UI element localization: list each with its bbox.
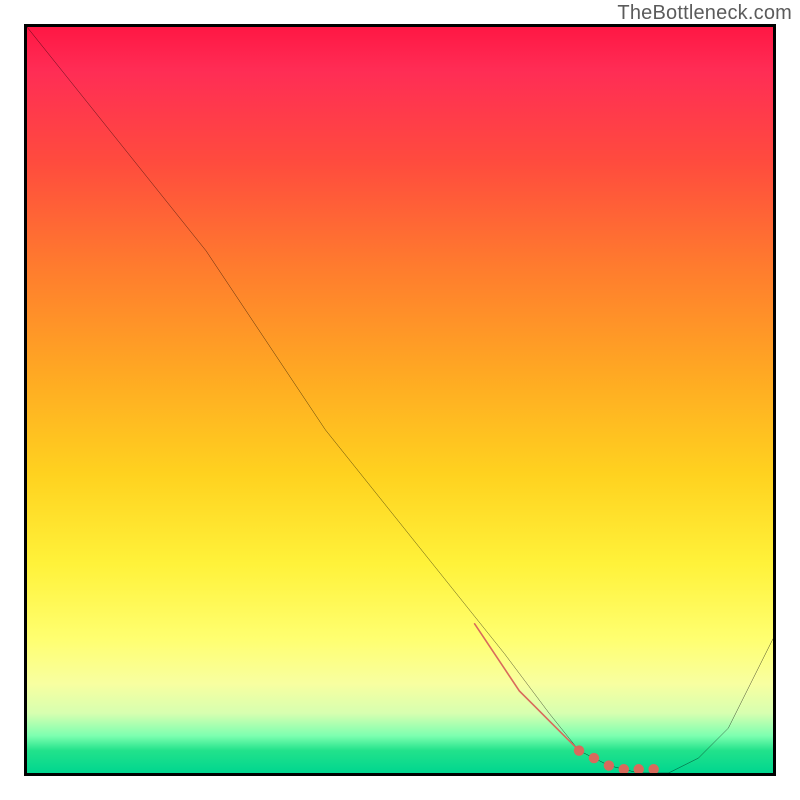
highlight-dot [604, 760, 614, 770]
highlight-segment-thick [475, 624, 579, 751]
curve-svg [27, 27, 773, 773]
highlight-dot [619, 764, 629, 773]
highlight-dot [648, 764, 658, 773]
highlight-dot [574, 745, 584, 755]
highlight-dot [589, 753, 599, 763]
highlight-dots [574, 745, 659, 773]
bottleneck-curve-path [27, 27, 773, 773]
watermark-text: TheBottleneck.com [617, 2, 792, 25]
chart-frame: TheBottleneck.com [0, 0, 800, 800]
highlight-dot [633, 764, 643, 773]
plot-area [24, 24, 776, 776]
